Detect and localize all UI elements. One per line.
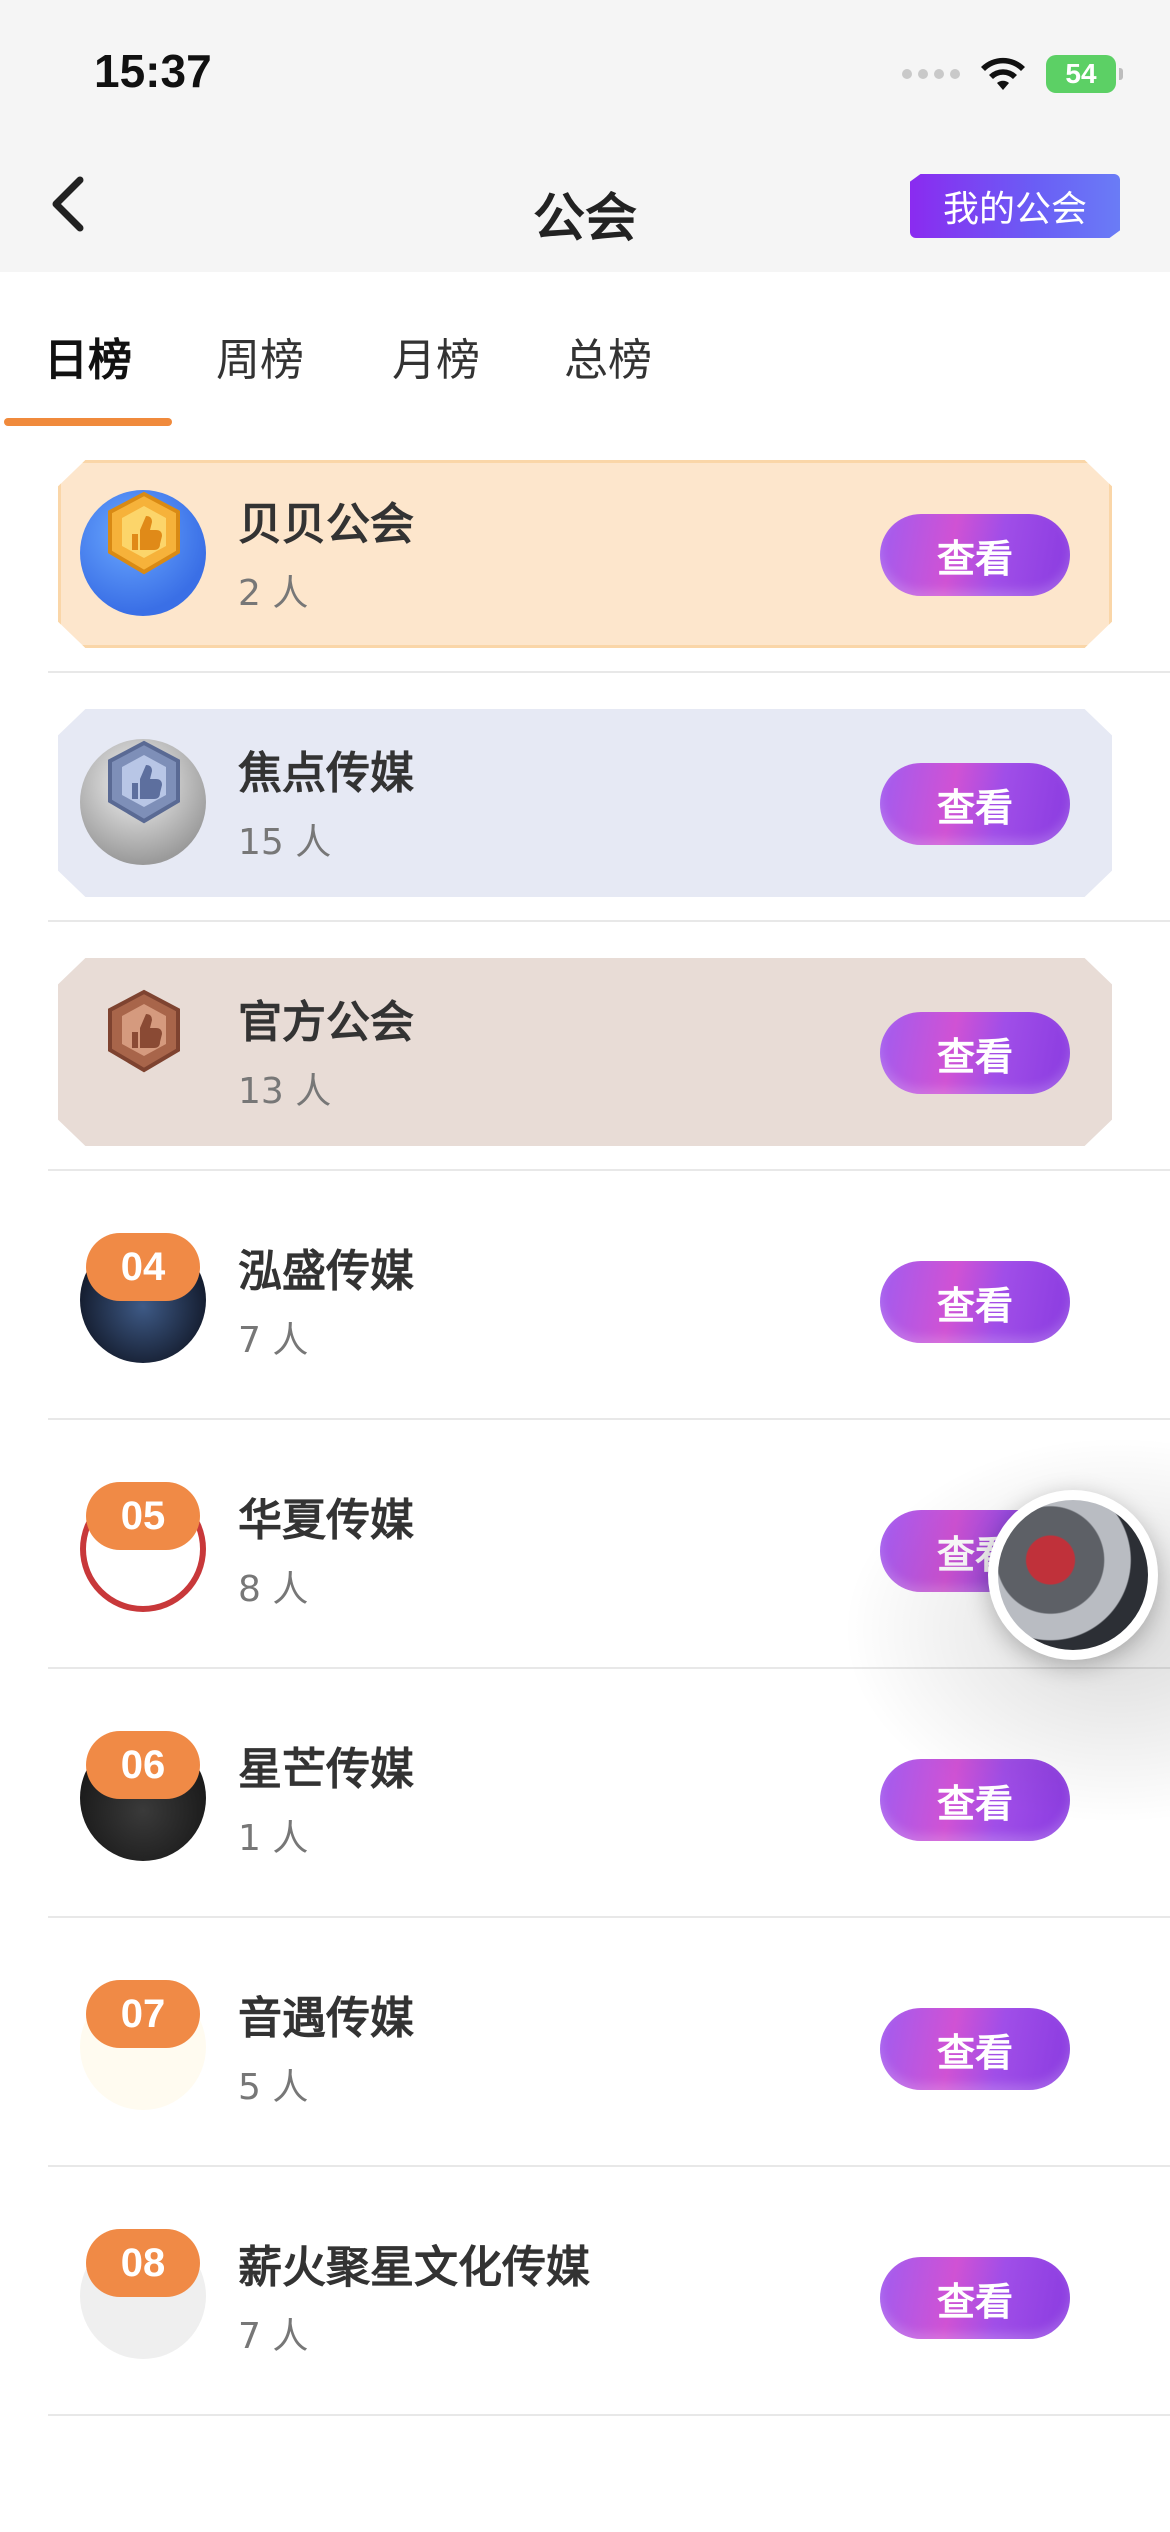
floating-avatar-image [998,1500,1148,1650]
rank-badge: 05 [86,1482,200,1550]
guild-name: 泓盛传媒 [238,1246,414,1297]
guild-name: 音遇传媒 [238,1993,414,2044]
guild-name: 焦点传媒 [238,748,414,799]
list-item[interactable]: 焦点传媒 15 人 查看 [0,673,1170,922]
gold-medal-icon [108,491,180,575]
list-item[interactable]: 官方公会 13 人 查看 [0,922,1170,1171]
cellular-signal-icon [902,69,960,79]
list-item[interactable]: 贝贝公会 2 人 查看 [0,424,1170,673]
view-button[interactable]: 查看 [880,1012,1070,1094]
battery-icon: 54 [1046,55,1123,93]
rank-badge: 04 [86,1233,200,1301]
top-header: 15:37 54 公会 我的公会 [0,0,1170,272]
tab-monthly[interactable]: 月榜 [392,324,480,388]
bronze-medal-icon [108,989,180,1073]
silver-medal-icon [108,740,180,824]
list-item[interactable]: 04 泓盛传媒 7 人 查看 [0,1171,1170,1420]
guild-name: 官方公会 [238,997,414,1048]
member-count: 8 人 [238,1569,309,1610]
tab-daily[interactable]: 日榜 [44,324,132,388]
status-icons: 54 [902,54,1123,94]
list-item[interactable]: 08 薪火聚星文化传媒 7 人 查看 [0,2167,1170,2416]
guild-name: 星芒传媒 [238,1744,414,1795]
rank-badge: 07 [86,1980,200,2048]
floating-avatar-button[interactable] [988,1490,1158,1660]
view-button[interactable]: 查看 [880,763,1070,845]
my-guild-button[interactable]: 我的公会 [910,174,1120,238]
rank-badge: 08 [86,2229,200,2297]
guild-name: 贝贝公会 [238,499,414,550]
member-count: 15 人 [238,822,332,863]
member-count: 7 人 [238,1320,309,1361]
view-button[interactable]: 查看 [880,2257,1070,2339]
member-count: 1 人 [238,1818,309,1859]
guild-name: 薪火聚星文化传媒 [238,2242,590,2293]
divider [48,2414,1170,2416]
view-button[interactable]: 查看 [880,2008,1070,2090]
tab-weekly[interactable]: 周榜 [216,324,304,388]
status-time: 15:37 [94,45,212,97]
rank-badge: 06 [86,1731,200,1799]
tab-total[interactable]: 总榜 [564,324,652,388]
member-count: 2 人 [238,573,309,614]
view-button[interactable]: 查看 [880,1759,1070,1841]
view-button[interactable]: 查看 [880,514,1070,596]
wifi-icon [981,57,1025,90]
member-count: 7 人 [238,2316,309,2357]
member-count: 5 人 [238,2067,309,2108]
list-item[interactable]: 06 星芒传媒 1 人 查看 [0,1669,1170,1918]
ranking-tabs: 日榜 周榜 月榜 总榜 [0,272,1170,426]
battery-level: 54 [1065,58,1097,89]
view-button[interactable]: 查看 [880,1261,1070,1343]
guild-name: 华夏传媒 [238,1495,414,1546]
guild-list: 贝贝公会 2 人 查看 焦点传媒 15 人 查看 官方公会 13 人 查看 04… [0,424,1170,2416]
list-item[interactable]: 07 音遇传媒 5 人 查看 [0,1918,1170,2167]
member-count: 13 人 [238,1071,332,1112]
